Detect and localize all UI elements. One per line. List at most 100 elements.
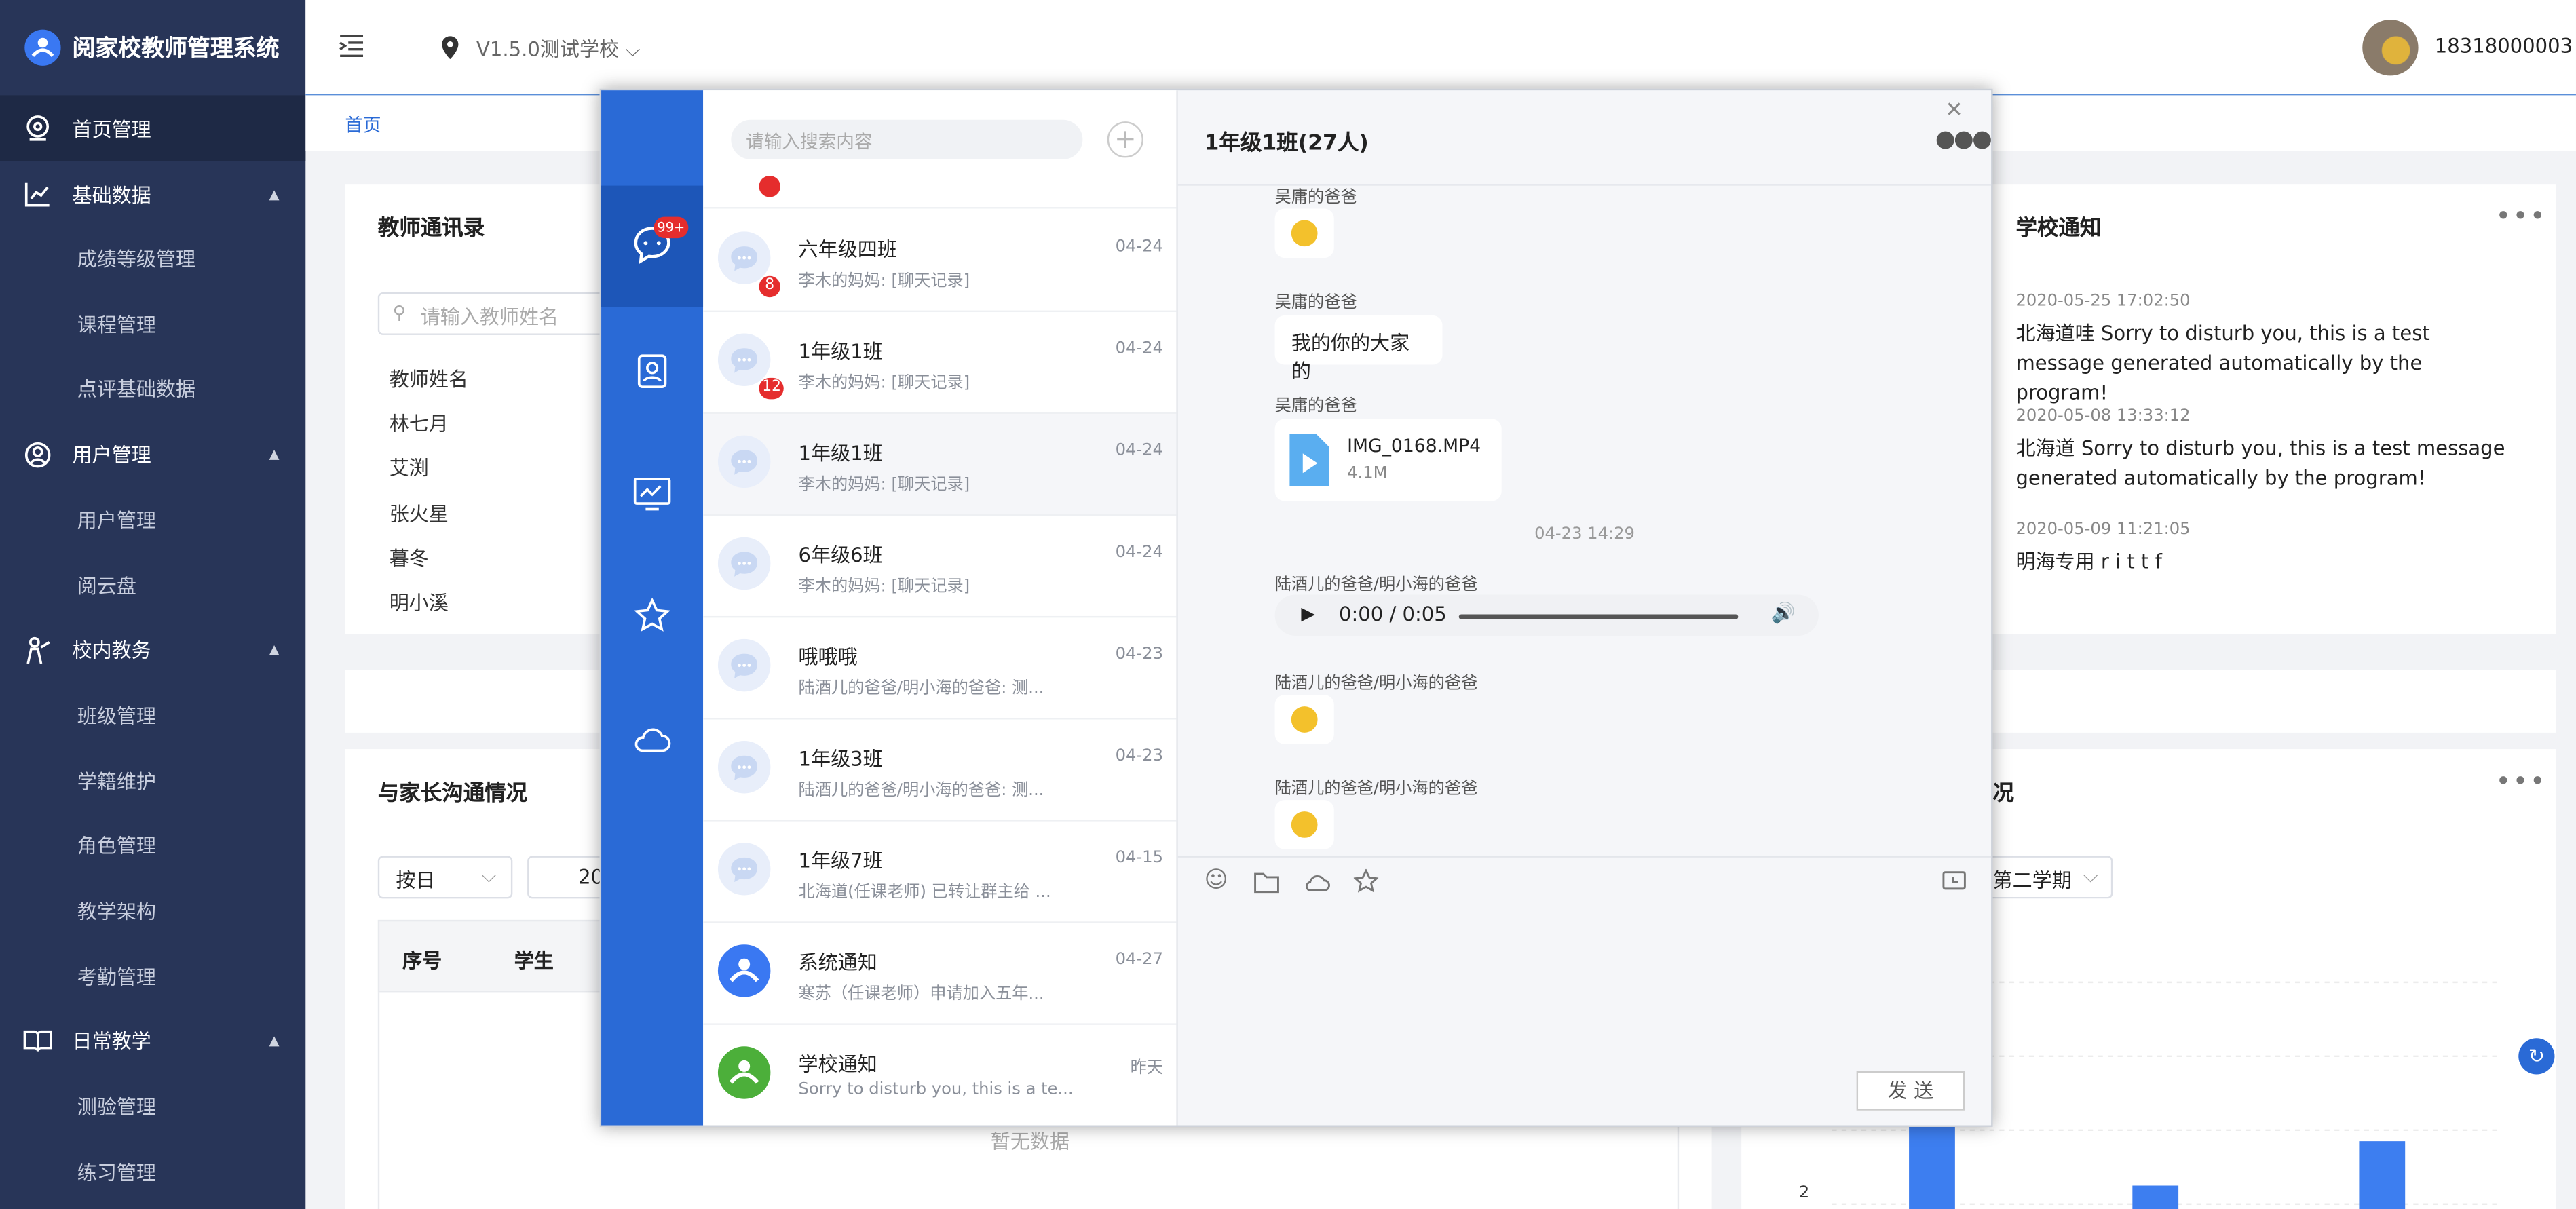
breadcrumb-home[interactable]: 首页 <box>345 112 381 138</box>
group-avatar <box>717 333 771 386</box>
teacher-name[interactable]: 艾渕 <box>390 454 429 482</box>
audio-player[interactable]: ▶ 0:00 / 0:05 🔊 <box>1274 594 1819 636</box>
more-icon[interactable]: ••• <box>2495 765 2547 797</box>
folder-icon[interactable] <box>1253 870 1280 894</box>
contacts-icon[interactable] <box>634 353 670 389</box>
sidebar-item[interactable]: 课程管理 <box>0 292 305 357</box>
teacher-name[interactable]: 暮冬 <box>390 543 429 571</box>
conversation-item[interactable]: 8 六年级四班 李木的妈妈: [聊天记录] 04-24 <box>703 210 1177 313</box>
chevron-down-icon: ⌵ <box>625 37 641 61</box>
conversation-item[interactable]: 1年级3班 陆酒儿的爸爸/明小海的爸爸: 测... 04-23 <box>703 719 1177 822</box>
chat-header: 1年级1班(27人) ✕ ●●● <box>1177 90 1992 186</box>
chart-bar[interactable] <box>2359 1141 2406 1209</box>
card-title: 与家长沟通情况 <box>377 782 528 807</box>
conversation-item[interactable]: 学校通知 Sorry to disturb you, this is a te.… <box>703 1025 1176 1126</box>
sidebar-item[interactable]: 点评基础数据 <box>0 357 305 422</box>
sidebar-item[interactable]: 班级管理 <box>0 683 305 748</box>
emoji-picker-icon[interactable]: ☺ <box>1205 867 1228 894</box>
sidebar-group-label: 用户管理 <box>72 444 151 467</box>
conversation-item[interactable]: 12 1年级1班 李木的妈妈: [聊天记录] 04-24 <box>703 312 1177 415</box>
unread-badge: 99+ <box>654 216 689 239</box>
add-chat-icon[interactable]: + <box>1107 121 1143 158</box>
conversation-preview: 李木的妈妈: [聊天记录] <box>798 578 970 596</box>
avatar[interactable] <box>2362 20 2419 76</box>
cloud-icon[interactable] <box>632 725 672 754</box>
school-name: V1.5.0测试学校 <box>476 37 620 61</box>
menu-toggle-icon[interactable] <box>339 33 365 65</box>
message-bubble <box>1274 800 1334 849</box>
sidebar-item[interactable]: 阅云盘 <box>0 552 305 617</box>
volume-icon[interactable]: 🔊 <box>1771 601 1796 624</box>
audio-progress-bar[interactable] <box>1458 614 1739 619</box>
star-icon[interactable] <box>1353 868 1379 894</box>
file-message[interactable]: IMG_0168.MP4 4.1M <box>1274 419 1502 501</box>
conversation-name: 系统通知 <box>798 951 877 974</box>
sidebar-item[interactable]: 练习管理 <box>0 1139 305 1204</box>
sidebar-group-3[interactable]: 校内教务 ▲ <box>0 617 305 683</box>
sidebar-item-label: 成绩等级管理 <box>77 248 196 272</box>
conversation-name: 哦哦哦 <box>798 645 858 669</box>
message-sender: 陆酒儿的爸爸/明小海的爸爸 <box>1274 780 1478 799</box>
sidebar-item-label: 练习管理 <box>77 1161 157 1185</box>
monitor-icon[interactable] <box>632 476 672 512</box>
history-icon[interactable] <box>1942 870 1967 894</box>
sidebar-item[interactable]: 用户管理 <box>0 488 305 553</box>
sidebar-group-0[interactable]: 首页管理 <box>0 95 306 161</box>
chevron-up-icon: ▲ <box>269 642 280 658</box>
sidebar-item[interactable]: 考勤管理 <box>0 944 305 1009</box>
sidebar-item[interactable]: 角色管理 <box>0 813 305 879</box>
chat-search-input[interactable]: 请输入搜索内容 <box>731 119 1083 159</box>
sidebar-item[interactable]: 成绩等级管理 <box>0 227 305 292</box>
username[interactable]: 18318000003 <box>2435 35 2573 58</box>
nav-messages-item[interactable]: 99+ <box>601 185 704 307</box>
more-icon[interactable]: ••• <box>2495 200 2547 231</box>
search-icon: ⚲ <box>392 302 406 324</box>
sidebar-item[interactable]: 学籍维护 <box>0 748 305 813</box>
period-select[interactable]: 按日 ⌵ <box>377 856 513 899</box>
teacher-name[interactable]: 张火星 <box>390 499 449 526</box>
send-button[interactable]: 发 送 <box>1856 1071 1965 1111</box>
sidebar-group-4[interactable]: 日常教学 ▲ <box>0 1008 305 1074</box>
notice-item[interactable]: 2020-05-25 17:02:50 北海道哇 Sorry to distur… <box>2015 292 2508 407</box>
conversation-item[interactable]: 1年级7班 北海道(任课老师) 已转让群主给 ... 04-15 <box>703 822 1177 923</box>
sidebar-item-label: 考勤管理 <box>77 965 157 989</box>
message-text: 我的你的大家的 <box>1291 332 1410 383</box>
star-icon[interactable] <box>634 598 670 634</box>
conversation-item[interactable]: 1年级1班 李木的妈妈: [聊天记录] 04-24 <box>703 414 1177 516</box>
sidebar-item-label: 课程管理 <box>77 313 157 337</box>
refresh-icon[interactable]: ↻ <box>2518 1038 2555 1075</box>
teacher-name[interactable]: 林七月 <box>390 409 449 437</box>
emoji-icon <box>1291 706 1318 733</box>
sidebar-item[interactable]: 测验管理 <box>0 1074 305 1139</box>
sidebar-item[interactable]: 教学架构 <box>0 879 305 944</box>
chart-icon <box>23 179 53 209</box>
users-icon <box>23 440 53 469</box>
chevron-down-icon: ⌵ <box>2083 864 2098 887</box>
cloud-icon[interactable] <box>1303 872 1331 892</box>
y-tick-2: 2 <box>1798 1184 1810 1203</box>
sidebar-item-label: 测验管理 <box>77 1096 157 1119</box>
group-avatar <box>717 740 771 794</box>
play-icon[interactable]: ▶ <box>1301 603 1315 624</box>
conversation-item[interactable]: 系统通知 寒苏（任课老师）申请加入五年... 04-27 <box>703 923 1177 1025</box>
home-icon <box>23 113 53 143</box>
more-icon[interactable]: ●●● <box>1935 126 1992 153</box>
school-selector[interactable]: V1.5.0测试学校 ⌵ <box>476 35 640 62</box>
conversation-preview: 北海道(任课老师) 已转让群主给 ... <box>798 883 1051 902</box>
sidebar-item-label: 角色管理 <box>77 835 157 858</box>
conversation-name: 六年级四班 <box>798 238 897 261</box>
sidebar-group-2[interactable]: 用户管理 ▲ <box>0 422 305 488</box>
video-file-icon <box>1289 434 1329 486</box>
chart-bar[interactable] <box>2132 1185 2179 1209</box>
chevron-down-icon: ⌵ <box>481 864 497 887</box>
teacher-name[interactable]: 明小溪 <box>390 588 449 616</box>
conversation-item[interactable]: 6年级6班 李木的妈妈: [聊天记录] 04-24 <box>703 516 1177 618</box>
notice-item[interactable]: 2020-05-08 13:33:12 北海道 Sorry to disturb… <box>2015 407 2508 493</box>
message-sender: 吴庸的爸爸 <box>1274 294 1357 313</box>
conversation-item[interactable]: 哦哦哦 陆酒儿的爸爸/明小海的爸爸: 测... 04-23 <box>703 617 1177 720</box>
close-icon[interactable]: ✕ <box>1945 98 1963 123</box>
conversation-date: 04-24 <box>1115 340 1163 358</box>
file-name: IMG_0168.MP4 <box>1347 435 1481 457</box>
notice-item[interactable]: 2020-05-09 11:21:05 明海专用 r i t t f <box>2015 521 2508 577</box>
sidebar-group-1[interactable]: 基础数据 ▲ <box>0 161 305 227</box>
